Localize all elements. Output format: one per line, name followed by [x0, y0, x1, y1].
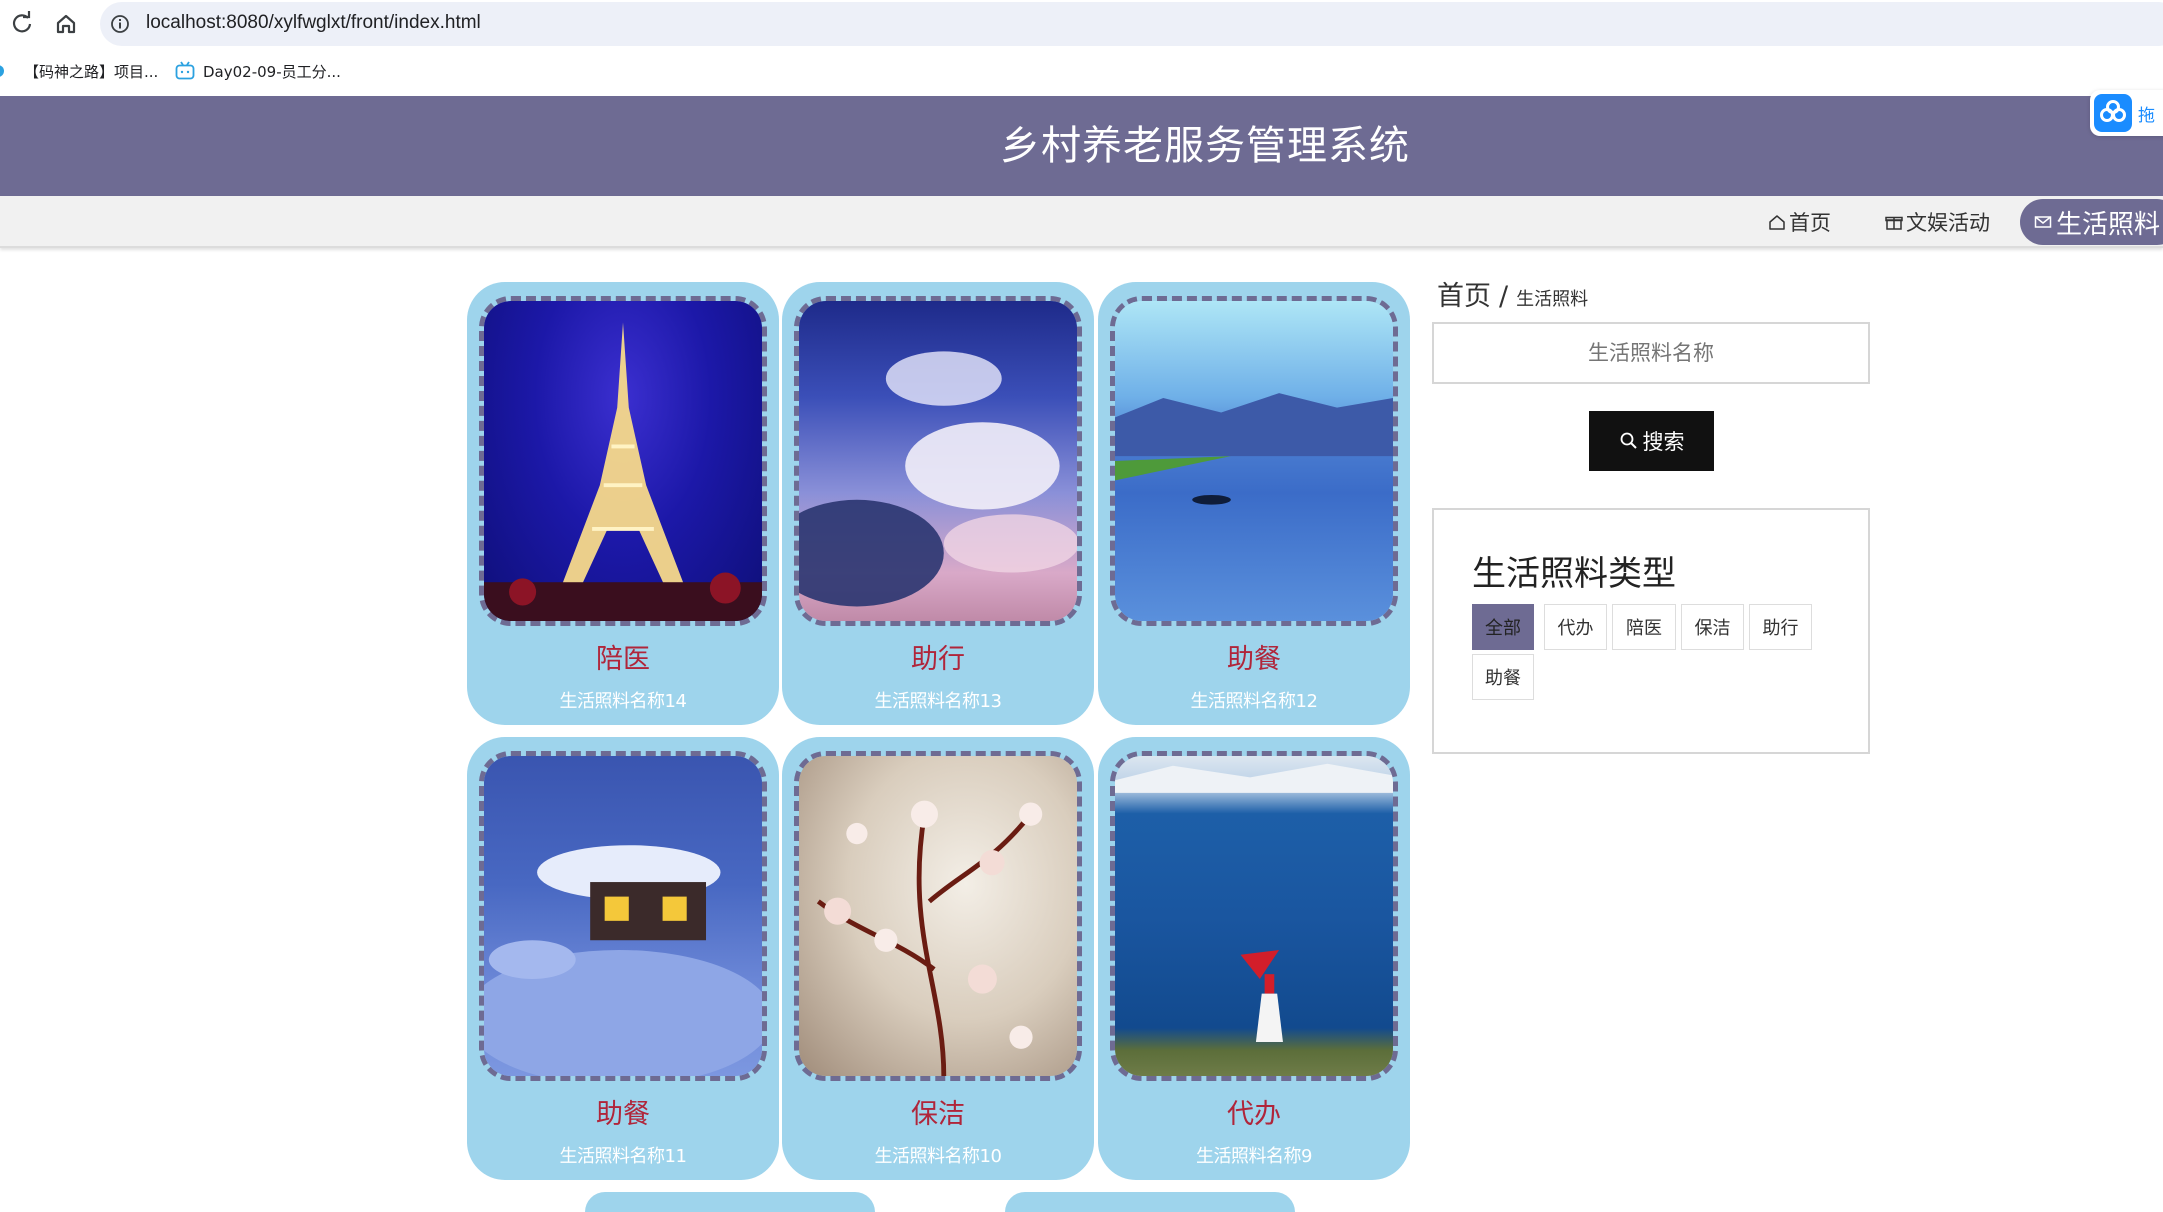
reload-icon[interactable] [6, 8, 38, 40]
bookmark-favicon-icon [0, 65, 4, 77]
clouds-icon [799, 351, 1077, 607]
nav-item-entertainment[interactable]: 文娱活动 [1885, 206, 1990, 238]
site-header: 乡村养老服务管理系统 [0, 96, 2163, 196]
address-bar[interactable]: localhost:8080/xylfwglxt/front/index.htm… [100, 2, 2163, 46]
card-name: 生活照料名称10 [874, 1146, 1002, 1167]
nav-item-label: 生活照料 [2056, 209, 2161, 240]
card-photo [1110, 296, 1398, 626]
nav-item-home[interactable]: 首页 [1768, 206, 1831, 238]
home-icon [1769, 215, 1785, 230]
card-type: 代办 [1227, 1099, 1281, 1130]
card-type: 保洁 [911, 1099, 965, 1130]
care-card-next-row [585, 1192, 875, 1212]
type-tag[interactable]: 助餐 [1472, 654, 1534, 700]
blossom-branch-icon [816, 800, 1043, 1076]
bookmark-item[interactable]: 【码神之路】项目... [0, 59, 158, 83]
type-tag-all[interactable]: 全部 [1472, 604, 1534, 650]
nav-item-label: 首页 [1789, 211, 1831, 235]
floating-widget[interactable]: 拖 [2090, 90, 2163, 136]
card-name: 生活照料名称13 [874, 691, 1002, 712]
card-type: 陪医 [596, 644, 650, 675]
type-tag[interactable]: 代办 [1544, 604, 1607, 650]
card-name: 生活照料名称11 [559, 1146, 687, 1167]
card-photo [479, 296, 767, 626]
care-type-panel: 生活照料类型 全部 代办 陪医 保洁 助行 助餐 [1432, 508, 1870, 754]
card-name: 生活照料名称12 [1190, 691, 1318, 712]
care-card[interactable]: 保洁 生活照料名称10 [782, 737, 1094, 1180]
card-name: 生活照料名称14 [559, 691, 687, 712]
care-card[interactable]: 代办 生活照料名称9 [1098, 737, 1410, 1180]
main-nav: 首页 文娱活动 生活照料 [0, 196, 2163, 248]
snow-cabin-icon [484, 845, 762, 1076]
search-button-label: 搜索 [1642, 430, 1685, 454]
card-type: 助餐 [1227, 644, 1281, 675]
bilibili-tv-icon [175, 61, 195, 80]
type-tag[interactable]: 助行 [1749, 604, 1812, 650]
type-tag[interactable]: 陪医 [1612, 604, 1676, 650]
breadcrumb-current: 生活照料 [1516, 289, 1589, 310]
care-card-next-row [1005, 1192, 1295, 1212]
type-tag[interactable]: 保洁 [1681, 604, 1744, 650]
breadcrumb-home[interactable]: 首页 [1437, 274, 1491, 313]
card-photo [479, 751, 767, 1081]
eiffel-tower-icon [484, 322, 762, 621]
card-photo [794, 296, 1082, 626]
floating-widget-label: 拖 [2138, 106, 2155, 126]
bookmark-label: 【码神之路】项目... [24, 62, 159, 81]
site-title: 乡村养老服务管理系统 [1000, 123, 1410, 169]
woman-red-scarf-icon [1115, 763, 1393, 1043]
care-type-title: 生活照料类型 [1472, 554, 1676, 594]
care-card[interactable]: 陪医 生活照料名称14 [467, 282, 779, 725]
search-icon [1620, 432, 1637, 449]
breadcrumb: 首页 / 生活照料 [1437, 274, 1588, 313]
card-name: 生活照料名称9 [1196, 1146, 1312, 1167]
card-photo [1110, 751, 1398, 1081]
nav-item-label: 文娱活动 [1906, 211, 1990, 235]
care-card[interactable]: 助行 生活照料名称13 [782, 282, 1094, 725]
card-type: 助行 [911, 644, 965, 675]
search-input[interactable] [1432, 322, 1870, 384]
bookmark-label: Day02-09-员工分... [203, 62, 341, 81]
bookmark-item[interactable]: Day02-09-员工分... [175, 59, 341, 83]
search-button[interactable]: 搜索 [1589, 411, 1714, 471]
breadcrumb-separator: / [1499, 281, 1509, 312]
care-card[interactable]: 助餐 生活照料名称12 [1098, 282, 1410, 725]
mail-icon [2034, 216, 2052, 228]
browser-toolbar: localhost:8080/xylfwglxt/front/index.htm… [0, 0, 2163, 48]
bookmarks-bar: 【码神之路】项目... Day02-09-员工分... [0, 50, 2163, 94]
site-info-icon[interactable] [108, 12, 132, 36]
card-photo [794, 751, 1082, 1081]
cloud-drive-icon [2094, 94, 2132, 132]
url-text: localhost:8080/xylfwglxt/front/index.htm… [146, 12, 481, 33]
card-type: 助餐 [596, 1099, 650, 1130]
home-icon[interactable] [50, 8, 82, 40]
lake-icon [1115, 393, 1393, 505]
gift-icon [1885, 216, 1903, 230]
nav-item-life-care[interactable]: 生活照料 [2020, 199, 2163, 245]
care-card[interactable]: 助餐 生活照料名称11 [467, 737, 779, 1180]
